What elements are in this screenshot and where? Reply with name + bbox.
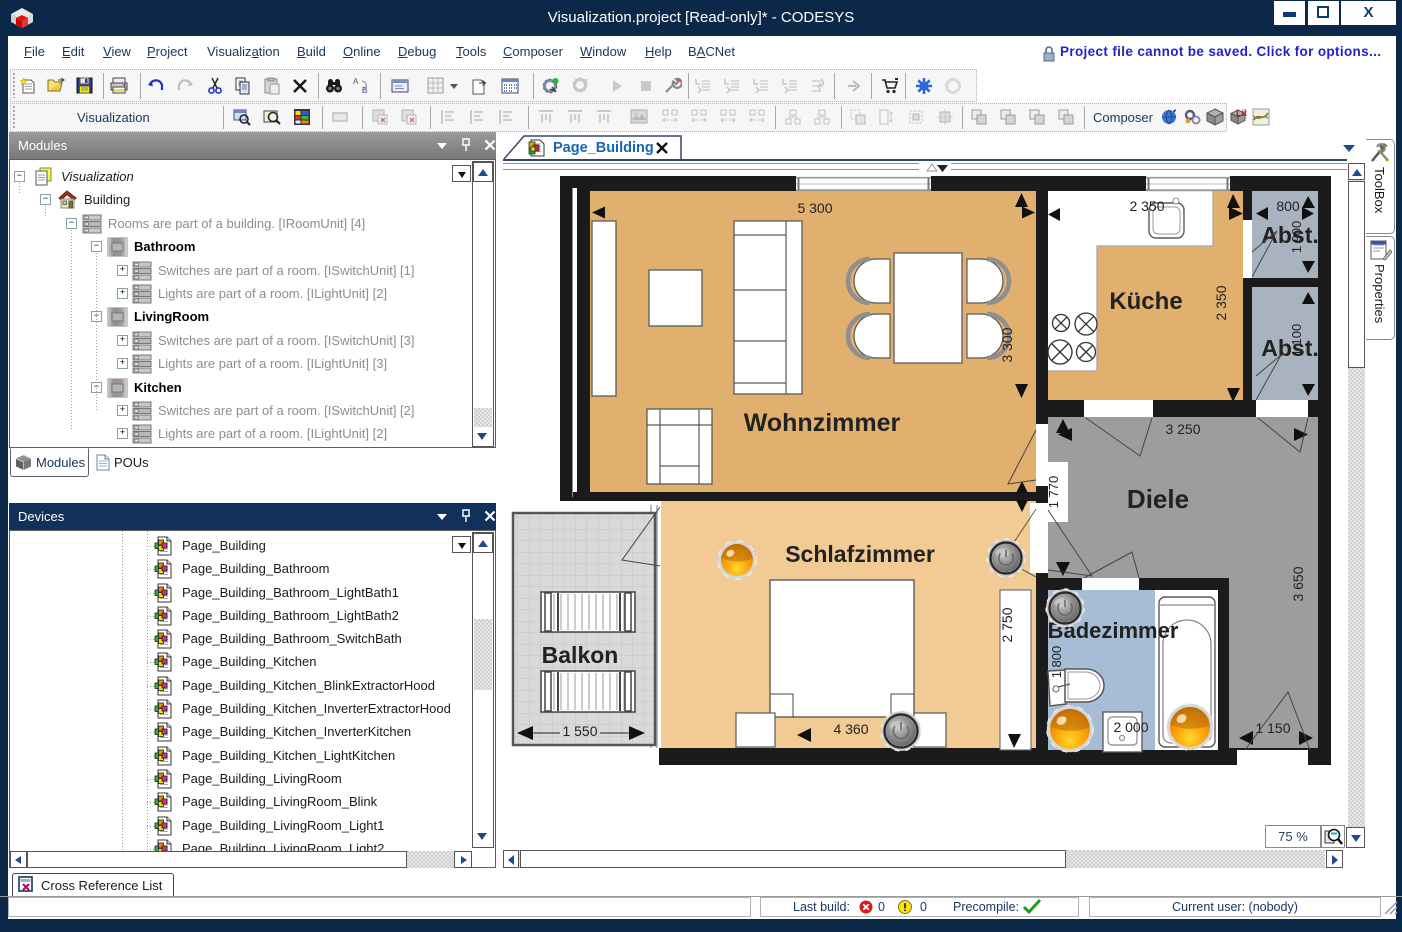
svg-text:800: 800 xyxy=(1276,198,1300,214)
svg-text:Küche: Küche xyxy=(1109,288,1182,315)
svg-text:3 650: 3 650 xyxy=(1290,566,1306,601)
svg-text:2 350: 2 350 xyxy=(1213,285,1229,320)
svg-text:2 750: 2 750 xyxy=(999,607,1015,642)
svg-text:1 100: 1 100 xyxy=(1289,324,1304,357)
svg-text:1 900: 1 900 xyxy=(1289,221,1304,254)
svg-text:3 250: 3 250 xyxy=(1165,421,1200,437)
svg-text:1 770: 1 770 xyxy=(1046,476,1061,509)
svg-text:Diele: Diele xyxy=(1127,484,1189,514)
svg-text:2 350: 2 350 xyxy=(1129,198,1164,214)
svg-text:5 300: 5 300 xyxy=(797,200,832,216)
svg-text:2 000: 2 000 xyxy=(1113,719,1148,735)
svg-text:Wohnzimmer: Wohnzimmer xyxy=(744,409,901,437)
svg-text:3 300: 3 300 xyxy=(999,327,1015,362)
svg-text:1 800: 1 800 xyxy=(1049,646,1064,679)
svg-text:1 550: 1 550 xyxy=(562,723,597,739)
svg-text:4 360: 4 360 xyxy=(833,721,868,737)
svg-text:Balkon: Balkon xyxy=(542,642,619,668)
svg-text:Schlafzimmer: Schlafzimmer xyxy=(785,541,935,567)
svg-text:A: A xyxy=(353,77,359,86)
svg-text:Lib: Lib xyxy=(1236,108,1247,118)
